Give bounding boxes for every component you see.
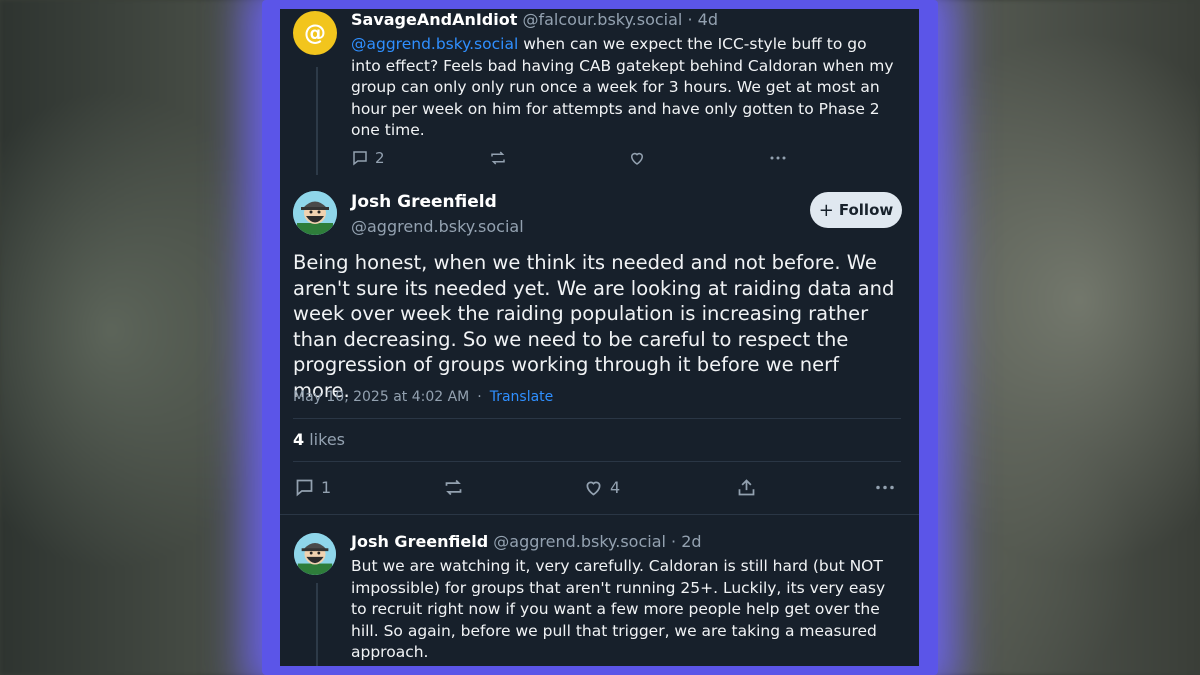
more-options-button[interactable] xyxy=(767,149,789,167)
repost-button[interactable] xyxy=(443,477,464,498)
like-button[interactable]: 4 xyxy=(583,477,620,498)
post-age: · 4d xyxy=(687,10,718,29)
follow-label: Follow xyxy=(838,201,894,219)
meta-separator: · xyxy=(477,389,482,405)
more-options-button[interactable] xyxy=(874,477,896,498)
post-text: But we are watching it, very carefully. … xyxy=(351,557,886,661)
divider xyxy=(280,514,919,515)
thread-connector-line xyxy=(316,67,318,175)
heart-icon xyxy=(586,481,601,496)
post-age: · 2d xyxy=(671,532,702,551)
author-name[interactable]: Josh Greenfield xyxy=(351,192,497,212)
post-text: @aggrend.bsky.social when can we expect … xyxy=(351,34,899,142)
avatar[interactable] xyxy=(293,191,337,235)
reply-button[interactable]: 1 xyxy=(294,477,331,498)
thread-panel: @ SavageAndAnIdiot @falcour.bsky.social … xyxy=(280,9,919,666)
avatar[interactable]: @ xyxy=(293,11,337,55)
likes-label: likes xyxy=(309,430,345,449)
more-icon xyxy=(770,156,786,160)
author-handle[interactable]: @falcour.bsky.social xyxy=(522,10,682,29)
repost-button[interactable] xyxy=(489,149,507,167)
repost-icon xyxy=(491,151,505,165)
reply-icon xyxy=(353,151,367,166)
post-header: Josh Greenfield @aggrend.bsky.social · 2… xyxy=(351,532,702,551)
post-header: SavageAndAnIdiot @falcour.bsky.social · … xyxy=(351,10,718,29)
likes-summary[interactable]: 4 likes xyxy=(293,430,345,449)
share-button[interactable] xyxy=(736,477,757,498)
at-sign-icon: @ xyxy=(304,20,326,46)
avatar[interactable] xyxy=(294,533,336,575)
mention-link[interactable]: @aggrend.bsky.social xyxy=(351,35,518,53)
heart-icon xyxy=(630,152,644,165)
follow-button[interactable]: + Follow xyxy=(810,192,902,228)
repost-icon xyxy=(445,479,462,496)
plus-icon: + xyxy=(818,199,834,221)
reply-button[interactable]: 2 xyxy=(351,149,385,167)
reply-icon xyxy=(296,479,313,497)
author-name[interactable]: SavageAndAnIdiot xyxy=(351,10,517,29)
author-handle[interactable]: @aggrend.bsky.social xyxy=(351,217,524,236)
thread-connector-line xyxy=(316,583,318,666)
post-meta: May 10, 2025 at 4:02 AM · Translate xyxy=(293,389,553,405)
post-text: Being honest, when we think its needed a… xyxy=(293,251,895,402)
like-button[interactable] xyxy=(628,149,646,167)
divider xyxy=(293,418,901,419)
likes-count: 4 xyxy=(293,430,305,449)
more-icon xyxy=(876,485,894,490)
translate-link[interactable]: Translate xyxy=(490,389,554,405)
like-count: 4 xyxy=(610,478,621,497)
reply-count: 1 xyxy=(321,478,332,497)
author-name[interactable]: Josh Greenfield xyxy=(351,532,488,551)
author-handle[interactable]: @aggrend.bsky.social xyxy=(493,532,666,551)
avatar-illustration-icon xyxy=(294,533,336,575)
divider xyxy=(293,461,901,462)
avatar-illustration-icon xyxy=(293,191,337,235)
reply-count: 2 xyxy=(375,149,385,167)
share-icon xyxy=(738,479,755,496)
post-timestamp: May 10, 2025 at 4:02 AM xyxy=(293,389,470,405)
